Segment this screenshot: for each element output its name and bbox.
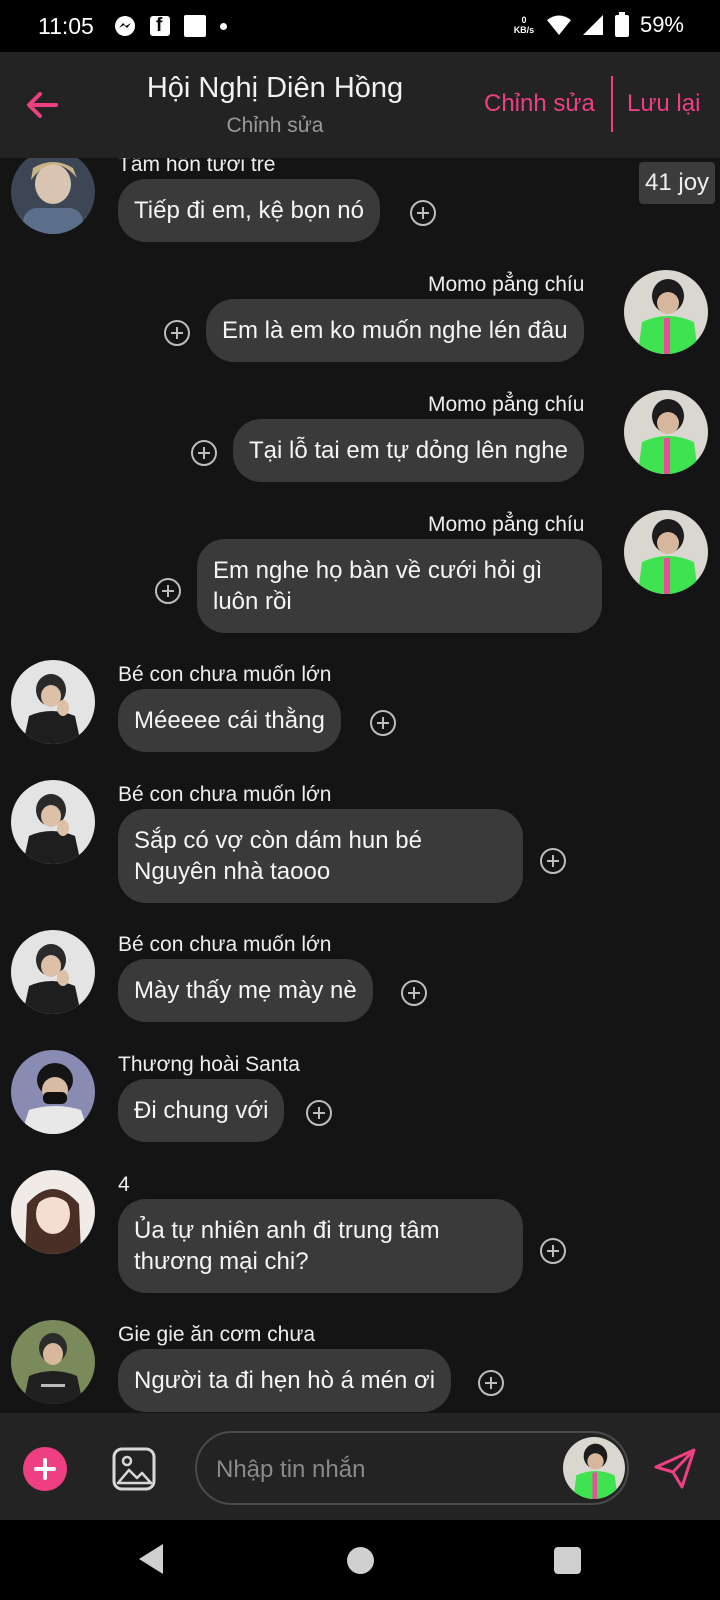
message-list[interactable]: Tâm hồn tươi tré Tiếp đi em, kệ bọn nó 4…: [0, 158, 720, 1413]
message-bubble[interactable]: Tại lỗ tai em tự dỏng lên nghe: [233, 419, 584, 482]
sender-name: Momo pẳng chíu: [428, 513, 585, 536]
avatar[interactable]: [624, 270, 708, 354]
add-reaction-icon[interactable]: [540, 848, 566, 874]
reaction-badge[interactable]: 41 joy: [639, 162, 716, 204]
add-reaction-icon[interactable]: [306, 1100, 332, 1126]
chat-header: Hội Nghị Diên Hồng Chỉnh sửa Chỉnh sửa L…: [0, 52, 720, 158]
status-right: 0 KB/s 59%: [512, 12, 684, 38]
battery-percent: 59%: [639, 12, 684, 37]
message-bubble[interactable]: Ủa tự nhiên anh đi trung tâm thương mại …: [118, 1199, 523, 1293]
avatar[interactable]: [624, 390, 708, 474]
message-composer: Nhập tin nhắn: [0, 1413, 720, 1520]
notification-icons: [114, 15, 227, 37]
message-bubble[interactable]: Em nghe họ bàn về cưới hỏi gì luôn rồi: [197, 539, 602, 633]
system-nav-bar: [0, 1520, 720, 1600]
sender-name: Momo pẳng chíu: [428, 393, 585, 416]
avatar[interactable]: [11, 158, 95, 234]
nav-recents-icon[interactable]: [554, 1547, 581, 1574]
message-bubble[interactable]: Mày thấy mẹ mày nè: [118, 959, 373, 1022]
signal-icon: [582, 15, 603, 35]
chat-title: Hội Nghị Diên Hồng: [146, 72, 404, 104]
avatar[interactable]: [11, 1050, 95, 1134]
status-bar: 11:05 0 KB/s 59%: [0, 0, 720, 52]
add-attachment-button[interactable]: [23, 1447, 67, 1491]
sender-name: 4: [118, 1173, 130, 1196]
wifi-icon: [546, 15, 571, 35]
message-input[interactable]: Nhập tin nhắn: [195, 1431, 629, 1505]
avatar[interactable]: [11, 1320, 95, 1404]
avatar[interactable]: [11, 780, 95, 864]
network-speed: 0 KB/s: [513, 15, 535, 35]
avatar[interactable]: [11, 1170, 95, 1254]
avatar[interactable]: [563, 1437, 625, 1499]
sender-name: Thương hoài Santa: [118, 1053, 300, 1076]
messenger-icon: [115, 16, 135, 36]
add-reaction-icon[interactable]: [164, 320, 190, 346]
edit-button[interactable]: Chỉnh sửa: [484, 90, 595, 118]
message-bubble[interactable]: Tiếp đi em, kệ bọn nó: [118, 179, 380, 242]
more-notifications-icon: [220, 22, 227, 30]
add-reaction-icon[interactable]: [155, 578, 181, 604]
add-reaction-icon[interactable]: [370, 710, 396, 736]
sender-name: Momo pẳng chíu: [428, 273, 585, 296]
nav-back-icon[interactable]: [137, 1542, 165, 1576]
avatar[interactable]: [11, 930, 95, 1014]
send-icon[interactable]: [652, 1445, 698, 1491]
avatar[interactable]: [11, 660, 95, 744]
sender-name: Bé con chưa muốn lớn: [118, 933, 332, 956]
image-icon[interactable]: [111, 1446, 157, 1492]
add-reaction-icon[interactable]: [478, 1370, 504, 1396]
message-bubble[interactable]: Đi chung với: [118, 1079, 285, 1142]
notification-square-icon: [184, 15, 206, 37]
avatar[interactable]: [624, 510, 708, 594]
sender-name: Tâm hồn tươi tré: [118, 158, 276, 176]
save-button[interactable]: Lưu lại: [627, 90, 700, 118]
message-bubble[interactable]: Sắp có vợ còn dám hun bé Nguyên nhà taoo…: [118, 809, 523, 903]
sender-name: Bé con chưa muốn lớn: [118, 783, 332, 806]
add-reaction-icon[interactable]: [191, 440, 217, 466]
add-reaction-icon[interactable]: [401, 980, 427, 1006]
sender-name: Bé con chưa muốn lớn: [118, 663, 332, 686]
message-bubble[interactable]: Người ta đi hẹn hò á mén ơi: [118, 1349, 452, 1412]
back-arrow-icon[interactable]: [22, 85, 62, 125]
message-input-placeholder: Nhập tin nhắn: [216, 1456, 366, 1483]
add-reaction-icon[interactable]: [410, 200, 436, 226]
message-bubble[interactable]: Em là em ko muốn nghe lén đâu: [206, 299, 584, 362]
nav-home-icon[interactable]: [347, 1547, 374, 1574]
header-divider: [611, 76, 613, 132]
message-bubble[interactable]: Méeeee cái thằng: [118, 689, 341, 752]
add-reaction-icon[interactable]: [540, 1238, 566, 1264]
chat-subtitle: Chỉnh sửa: [226, 114, 324, 137]
facebook-icon: [150, 15, 170, 37]
sender-name: Gie gie ăn cơm chưa: [118, 1323, 316, 1346]
battery-icon: [614, 12, 629, 37]
status-time: 11:05: [38, 13, 94, 39]
